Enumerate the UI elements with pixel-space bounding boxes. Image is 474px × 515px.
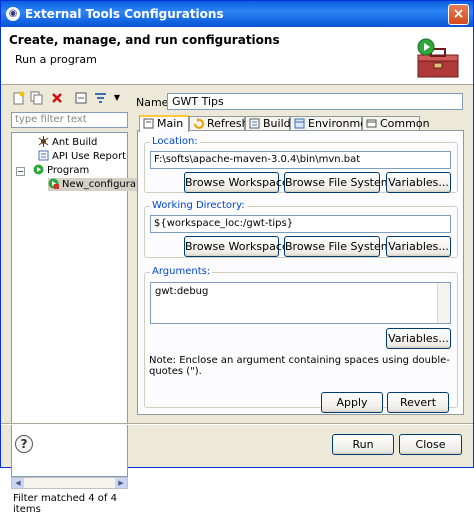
tab-label: Main <box>157 117 184 130</box>
tab-common[interactable]: Common <box>362 116 430 131</box>
location-group: Location: F:\softs\apache-maven-3.0.4\bi… <box>144 136 458 193</box>
working-directory-input[interactable]: ${workspace_loc:/gwt-tips} <box>150 215 451 233</box>
help-icon[interactable]: ? <box>15 435 33 453</box>
eclipse-icon: ◉ <box>6 7 20 21</box>
delete-icon[interactable] <box>50 91 64 105</box>
arguments-group: Arguments: gwt:debug Variables... Note: … <box>144 266 458 408</box>
arguments-textarea[interactable]: gwt:debug <box>150 282 451 324</box>
tab-build[interactable]: Build <box>245 116 291 131</box>
working-directory-group: Working Directory: ${workspace_loc:/gwt-… <box>144 200 458 258</box>
configuration-tree[interactable]: Ant Build API Use Report − Program New_co… <box>11 132 140 477</box>
filter-status: Filter matched 4 of 4 items <box>13 493 117 515</box>
refresh-icon <box>194 118 204 129</box>
working-directory-title: Working Directory: <box>150 200 247 211</box>
footer-separator <box>1 423 473 425</box>
ant-icon <box>38 136 49 147</box>
close-button[interactable]: Close <box>399 434 462 455</box>
header-title: Create, manage, and run configurations <box>9 33 280 47</box>
window-close-button[interactable]: × <box>448 4 469 25</box>
api-report-icon <box>38 150 49 161</box>
arguments-title: Arguments: <box>150 266 213 277</box>
build-icon <box>249 118 260 129</box>
environment-icon <box>294 118 305 129</box>
location-browse-file-system-button[interactable]: Browse File System... <box>284 172 402 193</box>
header-subtitle: Run a program <box>15 53 97 66</box>
tab-refresh[interactable]: Refresh <box>189 116 249 131</box>
run-button[interactable]: Run <box>332 434 394 455</box>
location-browse-workspace-button[interactable]: Browse Workspace... <box>184 172 299 193</box>
dialog-window: ◉ External Tools Configurations × Create… <box>0 0 474 515</box>
tree-item-label: Program <box>47 165 90 176</box>
tree-item-api-use-report[interactable]: API Use Report <box>38 150 126 163</box>
workdir-browse-workspace-button[interactable]: Browse Workspace... <box>184 236 299 257</box>
workdir-browse-file-system-button[interactable]: Browse File System... <box>284 236 402 257</box>
new-configuration-icon[interactable] <box>12 91 26 105</box>
revert-button[interactable]: Revert <box>387 392 449 413</box>
program-icon <box>33 164 44 175</box>
configuration-editor: Name: GWT Tips Main Refresh Build Enviro… <box>134 91 464 421</box>
tree-item-label: Ant Build <box>52 137 98 148</box>
tree-collapse-toggle[interactable]: − <box>16 167 25 176</box>
filter-input[interactable]: type filter text <box>11 112 128 128</box>
location-title: Location: <box>150 136 200 147</box>
apply-button[interactable]: Apply <box>321 392 383 413</box>
list-toolbar: ▼ <box>8 89 128 107</box>
window-title: External Tools Configurations <box>25 7 224 21</box>
arguments-vertical-scrollbar[interactable] <box>437 283 450 323</box>
tree-item-label: New_configura <box>62 179 136 190</box>
tree-item-program[interactable]: − Program <box>16 164 89 177</box>
tab-main[interactable]: Main <box>139 115 189 132</box>
tree-item-ant-build[interactable]: Ant Build <box>38 136 97 149</box>
workdir-variables-button[interactable]: Variables... <box>386 236 451 257</box>
arguments-variables-button[interactable]: Variables... <box>386 328 451 349</box>
dialog-header: Create, manage, and run configurations R… <box>1 27 473 85</box>
tree-item-new-configuration[interactable]: New_configura <box>48 178 140 191</box>
tab-environment[interactable]: Environment <box>290 116 378 131</box>
filter-icon[interactable] <box>94 91 108 105</box>
arguments-note: Note: Enclose an argument containing spa… <box>149 355 450 377</box>
main-tab-icon <box>143 118 154 129</box>
location-variables-button[interactable]: Variables... <box>386 172 451 193</box>
arguments-text: gwt:debug <box>155 286 209 297</box>
tab-label: Common <box>380 117 430 130</box>
main-tab-panel: Location: F:\softs\apache-maven-3.0.4\bi… <box>137 130 464 415</box>
title-bar: ◉ External Tools Configurations × <box>1 1 473 27</box>
collapse-all-icon[interactable] <box>74 91 88 105</box>
tree-item-label: API Use Report <box>52 151 127 162</box>
configuration-list-pane: ▼ type filter text Ant Build API Use Rep… <box>8 89 140 515</box>
tab-label: Refresh <box>207 117 249 130</box>
tab-label: Build <box>263 117 291 130</box>
common-icon <box>366 119 377 128</box>
toolbox-icon <box>417 38 459 78</box>
program-config-icon <box>48 178 59 189</box>
name-input[interactable]: GWT Tips <box>167 93 463 110</box>
scroll-right-icon[interactable]: ▶ <box>115 478 127 488</box>
tree-horizontal-scrollbar[interactable]: ◀ ▶ <box>11 477 128 489</box>
scroll-left-icon[interactable]: ◀ <box>12 478 24 488</box>
chevron-down-icon[interactable]: ▼ <box>110 91 124 105</box>
location-input[interactable]: F:\softs\apache-maven-3.0.4\bin\mvn.bat <box>150 151 451 169</box>
duplicate-icon[interactable] <box>30 91 44 105</box>
tab-bar: Main Refresh Build Environment Common <box>137 115 464 132</box>
